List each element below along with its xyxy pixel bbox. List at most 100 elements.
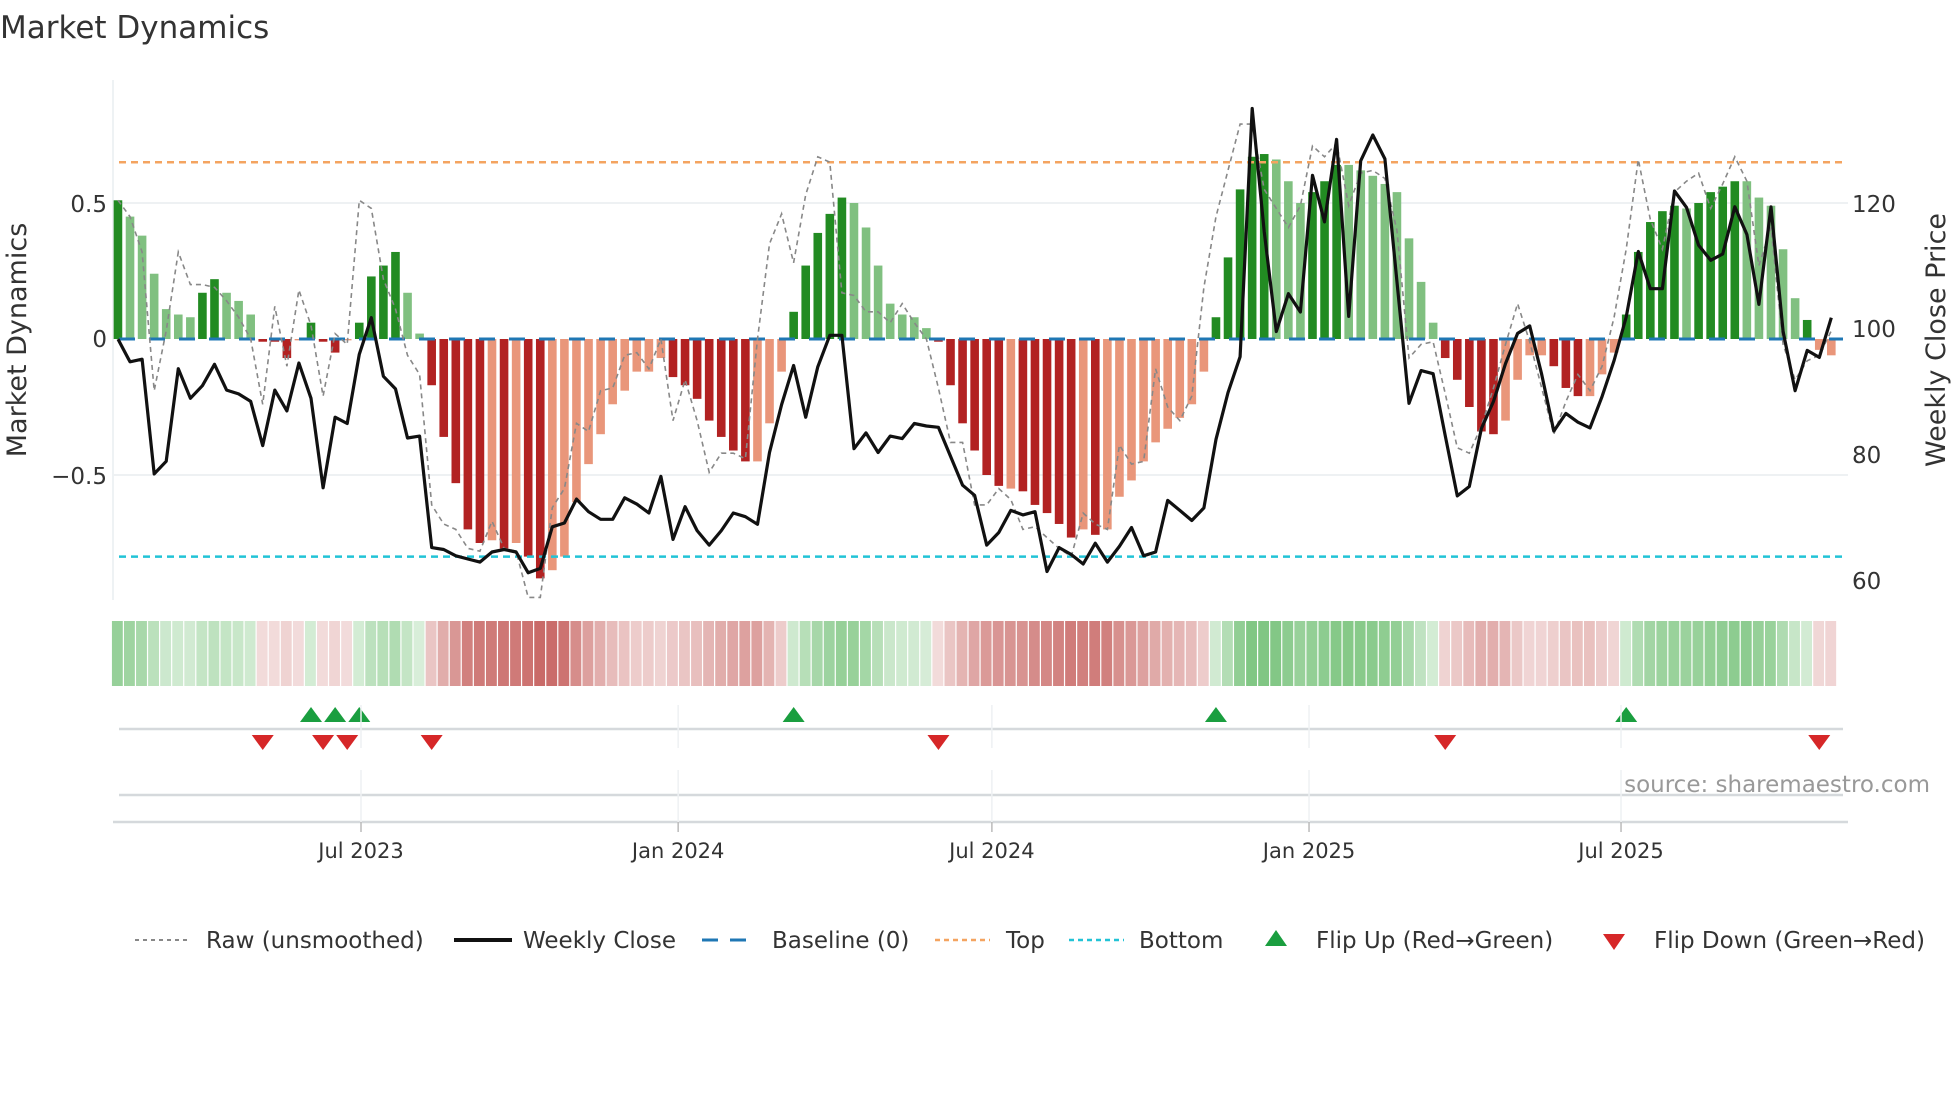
legend: Raw (unsmoothed) Weekly Close Baseline (… bbox=[135, 928, 1925, 954]
heat-cell bbox=[425, 621, 437, 686]
dynamics-bar bbox=[1042, 339, 1052, 514]
legend-top-label: Top bbox=[1005, 928, 1045, 954]
dynamics-bar bbox=[173, 314, 183, 339]
heat-cell bbox=[1704, 621, 1716, 686]
heat-cell bbox=[1656, 621, 1668, 686]
heat-cell bbox=[256, 621, 268, 686]
heat-cell bbox=[160, 621, 172, 686]
dynamics-bar bbox=[354, 322, 364, 339]
heat-cell bbox=[365, 621, 377, 686]
heat-cell bbox=[956, 621, 968, 686]
heat-cell bbox=[220, 621, 232, 686]
reference-lines bbox=[119, 160, 1843, 558]
flip-up-marker bbox=[348, 707, 371, 722]
y-axis-right: 120 100 80 60 Weekly Close Price bbox=[1852, 192, 1952, 595]
heat-cell bbox=[522, 621, 534, 686]
legend-flip-up-label: Flip Up (Red→Green) bbox=[1316, 928, 1553, 954]
heat-cell bbox=[1342, 621, 1354, 686]
flip-down-marker bbox=[1434, 735, 1457, 750]
x-tick-label: Jul 2024 bbox=[947, 839, 1034, 863]
legend-item-flip-up: Flip Up (Red→Green) bbox=[1265, 928, 1553, 954]
dynamics-bar bbox=[1706, 192, 1715, 339]
heat-cell bbox=[618, 621, 630, 686]
legend-flip-down-label: Flip Down (Green→Red) bbox=[1654, 928, 1925, 954]
dynamics-bar bbox=[801, 265, 811, 339]
dynamics-bar bbox=[777, 339, 786, 372]
legend-item-top: Top bbox=[935, 928, 1045, 954]
heat-cell bbox=[908, 621, 920, 686]
heat-cell bbox=[232, 621, 244, 686]
source-label: source: sharemaestro.com bbox=[1624, 772, 1930, 798]
dynamics-bar bbox=[692, 339, 702, 399]
dynamics-bar bbox=[186, 317, 195, 339]
heat-cell bbox=[1221, 621, 1233, 686]
heat-cell bbox=[1185, 621, 1197, 686]
heat-cell bbox=[1282, 621, 1294, 686]
heat-cell bbox=[172, 621, 184, 686]
dynamics-bars bbox=[113, 154, 1836, 579]
heat-cell bbox=[1632, 621, 1644, 686]
legend-item-flip-down: Flip Down (Green→Red) bbox=[1603, 928, 1925, 954]
dynamics-bar bbox=[970, 339, 979, 451]
dynamics-bar bbox=[741, 339, 750, 462]
heat-cell bbox=[304, 621, 316, 686]
dynamics-bar bbox=[873, 265, 883, 339]
heat-cell bbox=[534, 621, 546, 686]
dynamics-bar bbox=[511, 339, 521, 543]
dynamics-bar bbox=[1501, 339, 1510, 421]
heat-cell bbox=[1740, 621, 1752, 686]
dynamics-bar bbox=[246, 314, 255, 339]
heat-cell bbox=[884, 621, 896, 686]
legend-bottom-label: Bottom bbox=[1139, 928, 1223, 954]
heat-cell bbox=[727, 621, 739, 686]
y-axis-title-right: Weekly Close Price bbox=[1921, 213, 1952, 467]
dynamics-bar bbox=[523, 339, 533, 557]
dynamics-bar bbox=[1115, 339, 1124, 497]
heat-cell bbox=[1644, 621, 1656, 686]
heat-cell bbox=[654, 621, 666, 686]
heat-cell bbox=[679, 621, 690, 686]
heat-cell bbox=[1487, 621, 1499, 686]
flip-up-marker bbox=[1615, 707, 1638, 722]
heat-cell bbox=[594, 621, 606, 686]
heat-cell bbox=[1716, 621, 1728, 686]
dynamics-bar bbox=[1211, 317, 1221, 339]
dynamics-bar bbox=[1694, 203, 1703, 339]
heat-cell bbox=[1161, 621, 1173, 686]
heat-cell bbox=[461, 621, 473, 686]
heat-cell bbox=[413, 621, 425, 686]
dynamics-bar bbox=[596, 339, 605, 435]
heat-cell bbox=[1137, 621, 1149, 686]
heat-cell bbox=[437, 621, 449, 686]
heat-cell bbox=[1234, 621, 1245, 686]
dynamics-bar bbox=[258, 339, 268, 342]
dynamics-bar bbox=[849, 203, 859, 339]
flip-down-marker bbox=[420, 735, 443, 750]
y-tick-label: −0.5 bbox=[51, 464, 107, 490]
dynamics-bar bbox=[765, 339, 774, 424]
heat-cell bbox=[329, 621, 340, 686]
dynamics-bar bbox=[403, 292, 412, 339]
flip-down-marker bbox=[312, 735, 335, 750]
heat-cell bbox=[835, 621, 847, 686]
heat-cell bbox=[606, 621, 618, 686]
dynamics-bar bbox=[994, 339, 1004, 486]
dynamics-bar bbox=[1428, 322, 1438, 339]
heat-cell bbox=[1692, 621, 1704, 686]
heat-cell bbox=[377, 621, 389, 686]
dynamics-bar bbox=[1573, 339, 1583, 397]
heat-cell bbox=[787, 621, 799, 686]
dynamics-bar bbox=[1006, 339, 1016, 489]
dynamics-bar bbox=[1284, 181, 1293, 339]
dynamics-bar bbox=[1404, 238, 1414, 339]
dynamics-bar bbox=[1549, 339, 1559, 367]
heat-cell bbox=[1668, 621, 1680, 686]
heat-cell bbox=[1366, 621, 1378, 686]
heat-cell bbox=[1125, 621, 1137, 686]
heat-cell bbox=[1608, 621, 1619, 686]
dynamics-bar bbox=[897, 314, 907, 339]
dynamics-bar bbox=[125, 216, 135, 339]
heat-cell bbox=[111, 621, 123, 686]
heat-cell bbox=[449, 621, 461, 686]
legend-item-close: Weekly Close bbox=[454, 928, 676, 954]
